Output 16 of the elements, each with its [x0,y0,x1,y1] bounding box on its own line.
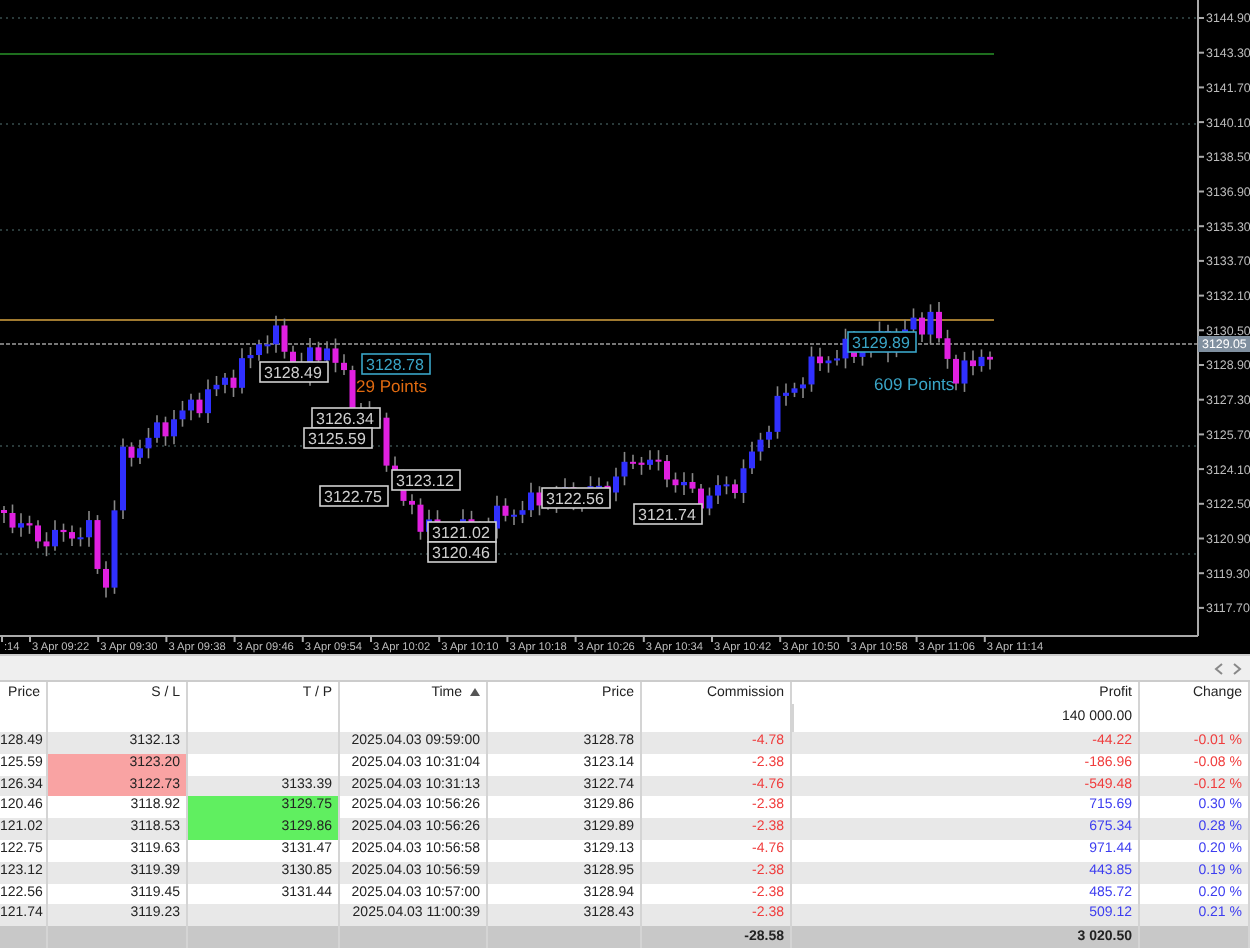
price-label: 3123.12 [391,469,461,491]
price-label: 3122.75 [319,485,389,507]
price-label: 3128.49 [259,361,329,383]
price-label: 3128.78 [361,353,431,375]
price-label: 3121.74 [633,503,703,525]
price-label: 3126.34 [311,407,381,429]
sort-arrow-icon [470,688,480,697]
price-label: 3122.56 [541,487,611,509]
points-label: 609 Points [874,374,955,394]
price-label: 3120.46 [427,541,497,563]
chevron-left-icon[interactable] [1214,661,1224,675]
price-label: 3121.02 [427,521,497,543]
chevron-right-icon[interactable] [1232,661,1242,675]
points-label: 29 Points [356,376,427,396]
price-label: 3129.89 [847,331,917,353]
price-label: 3125.59 [303,427,373,449]
